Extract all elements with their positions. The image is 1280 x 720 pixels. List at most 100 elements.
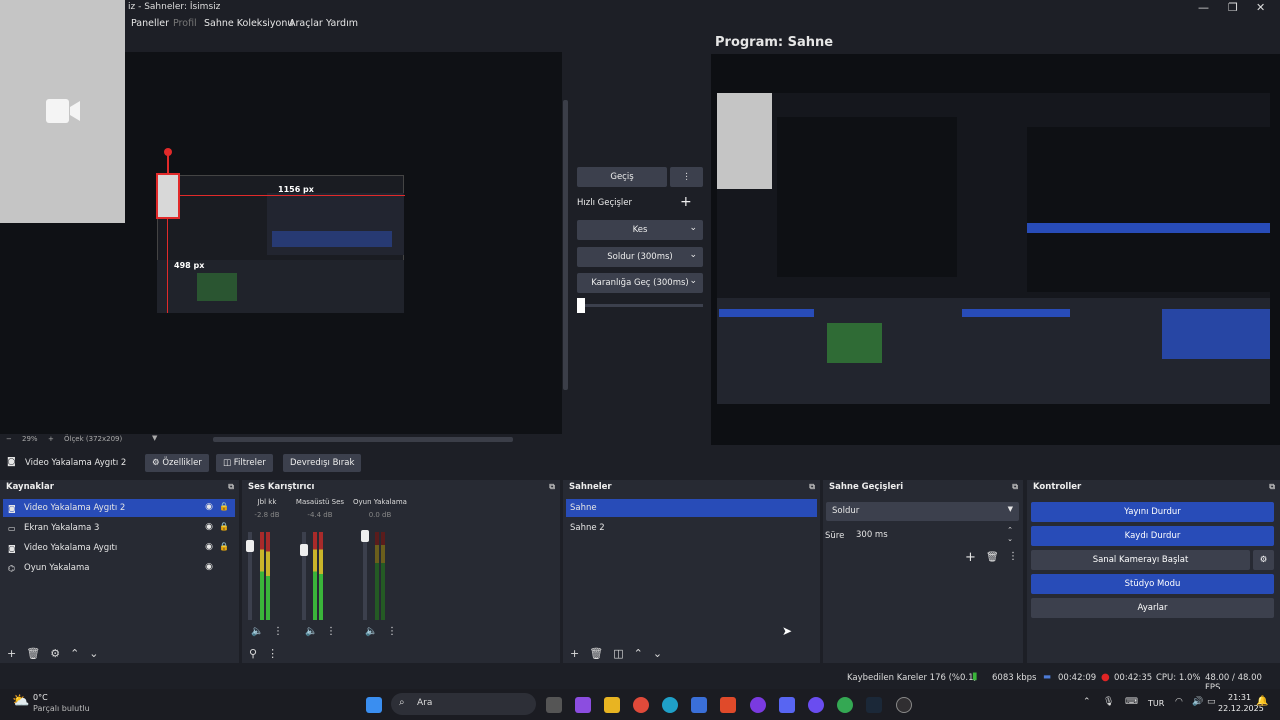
volume-fader-handle[interactable] [361,530,369,542]
scene-item[interactable]: Sahne 2 [566,519,817,537]
transition-select[interactable]: Soldur ▼ [826,502,1019,521]
quick-transition-fade[interactable]: Soldur (300ms) ⌄ [577,247,703,267]
brave-icon[interactable] [720,697,736,713]
trash-icon[interactable]: 🗑 [986,552,999,563]
transition-slider-handle[interactable] [577,298,585,313]
gear-icon[interactable]: ⚙ [50,647,60,660]
deactivate-button[interactable]: Devredışı Bırak [283,454,362,472]
battery-icon[interactable]: ▭ [1207,697,1216,707]
lock-icon[interactable]: 🔒 [219,522,229,531]
eye-icon[interactable]: ◉ [205,562,213,572]
settings-button[interactable]: Ayarlar [1031,598,1274,618]
volume-fader-handle[interactable] [246,540,254,552]
eye-icon[interactable]: ◉ [205,502,213,512]
wifi-icon[interactable]: ◠ [1175,697,1183,707]
menu-panels[interactable]: Paneller [131,18,169,29]
source-item[interactable]: ⌬ Oyun Yakalama ◉ [3,559,235,577]
source-item[interactable]: ◙ Video Yakalama Aygıtı 2 ◉ 🔒 [3,499,235,517]
stop-record-button[interactable]: Kaydı Durdur [1031,526,1274,546]
arrow-down-icon[interactable]: ⌄ [89,647,98,660]
spinner-icon[interactable]: ⌃ ⌄ [1007,526,1013,544]
add-icon[interactable]: + [965,550,976,565]
eye-icon[interactable]: ◉ [205,542,213,552]
link-icon[interactable]: ⚲ [249,647,257,660]
add-icon[interactable]: + [570,647,579,660]
gear-icon[interactable]: ⚙ [1253,550,1274,570]
transition-button[interactable]: Geçiş [577,167,667,187]
task-view-icon[interactable] [546,697,562,713]
menu-dots-icon[interactable]: ⋮ [267,647,278,660]
transition-menu-icon[interactable]: ⋮ [670,167,703,187]
duration-input[interactable]: 300 ms ⌃ ⌄ [848,526,1019,545]
media-icon[interactable] [750,697,766,713]
trash-icon[interactable]: 🗑 [26,647,40,660]
speaker-icon[interactable]: 🔈 [251,626,263,637]
chevron-up-icon[interactable]: ⌃ [1083,697,1091,707]
chrome-profile-icon[interactable] [837,697,853,713]
preview-scrollbar-vertical[interactable] [563,100,568,390]
menu-dots-icon[interactable]: ⋮ [387,626,397,637]
microphone-icon[interactable]: 🎙 [1103,697,1114,707]
popout-icon[interactable]: ⧉ [228,482,234,492]
keyboard-icon[interactable]: ⌨ [1125,697,1138,707]
close-icon[interactable]: ✕ [1256,1,1265,14]
weather-icon[interactable]: ⛅ [12,693,29,709]
menu-dots-icon[interactable]: ⋮ [1008,551,1018,562]
scene-item[interactable]: Sahne [566,499,817,517]
zoom-out-icon[interactable]: − [6,435,12,443]
clock-time[interactable]: 21:31 [1228,693,1251,702]
chrome-icon[interactable] [633,697,649,713]
popout-icon[interactable]: ⧉ [1012,482,1018,492]
trash-icon[interactable]: 🗑 [589,647,603,660]
arrow-up-icon[interactable]: ⌃ [634,647,643,660]
studio-mode-button[interactable]: Stüdyo Modu [1031,574,1274,594]
popout-icon[interactable]: ⧉ [1269,482,1275,492]
speaker-icon[interactable]: 🔈 [305,626,317,637]
app-icon[interactable] [808,697,824,713]
arrow-up-icon[interactable]: ⌃ [70,647,79,660]
menu-help[interactable]: Yardım [326,18,358,29]
selection-box[interactable] [156,173,180,219]
menu-dots-icon[interactable]: ⋮ [326,626,336,637]
minimize-icon[interactable]: — [1198,1,1209,14]
virtual-camera-button[interactable]: Sanal Kamerayı Başlat [1031,550,1250,570]
language-indicator[interactable]: TUR [1148,699,1164,708]
zoom-in-icon[interactable]: + [48,435,54,443]
add-icon[interactable]: + [7,647,16,660]
menu-profile[interactable]: Profil [173,18,197,29]
lock-icon[interactable]: 🔒 [219,542,229,551]
maximize-icon[interactable]: ❐ [1228,1,1238,14]
volume-icon[interactable]: 🔊 [1192,697,1203,707]
properties-button[interactable]: ⚙ Özellikler [145,454,209,472]
copilot-icon[interactable] [575,697,591,713]
source-item[interactable]: ◙ Video Yakalama Aygıtı ◉ 🔒 [3,539,235,557]
rotate-handle-dot[interactable] [164,148,172,156]
menu-tools[interactable]: Araçlar [289,18,323,29]
chevron-down-icon[interactable]: ▼ [152,434,157,442]
store-icon[interactable] [691,697,707,713]
filters-button[interactable]: ◫ Filtreler [216,454,273,472]
menu-scene-collection[interactable]: Sahne Koleksiyonu [204,18,293,29]
volume-fader-track[interactable] [363,532,367,620]
file-explorer-icon[interactable] [604,697,620,713]
quick-transition-cut[interactable]: Kes ⌄ [577,220,703,240]
arrow-down-icon[interactable]: ⌄ [653,647,662,660]
discord-icon[interactable] [779,697,795,713]
quick-transition-fade-to-black[interactable]: Karanlığa Geç (300ms) ⌄ [577,273,703,293]
search-box[interactable]: ⌕ Ara [391,693,536,715]
obs-icon[interactable] [896,697,912,713]
windows-start-icon[interactable] [366,697,382,713]
transition-slider-track[interactable] [577,304,703,307]
scale-label[interactable]: Ölçek (372x209) [64,435,122,443]
source-item[interactable]: ▭ Ekran Yakalama 3 ◉ 🔒 [3,519,235,537]
stop-stream-button[interactable]: Yayını Durdur [1031,502,1274,522]
edge-icon[interactable] [662,697,678,713]
menu-dots-icon[interactable]: ⋮ [273,626,283,637]
add-quick-transition-icon[interactable]: + [680,194,692,210]
eye-icon[interactable]: ◉ [205,522,213,532]
notification-icon[interactable]: 🔔 [1256,696,1268,707]
popout-icon[interactable]: ⧉ [549,482,555,492]
volume-fader-handle[interactable] [300,544,308,556]
lock-icon[interactable]: 🔒 [219,502,229,511]
filter-icon[interactable]: ◫ [613,647,623,660]
